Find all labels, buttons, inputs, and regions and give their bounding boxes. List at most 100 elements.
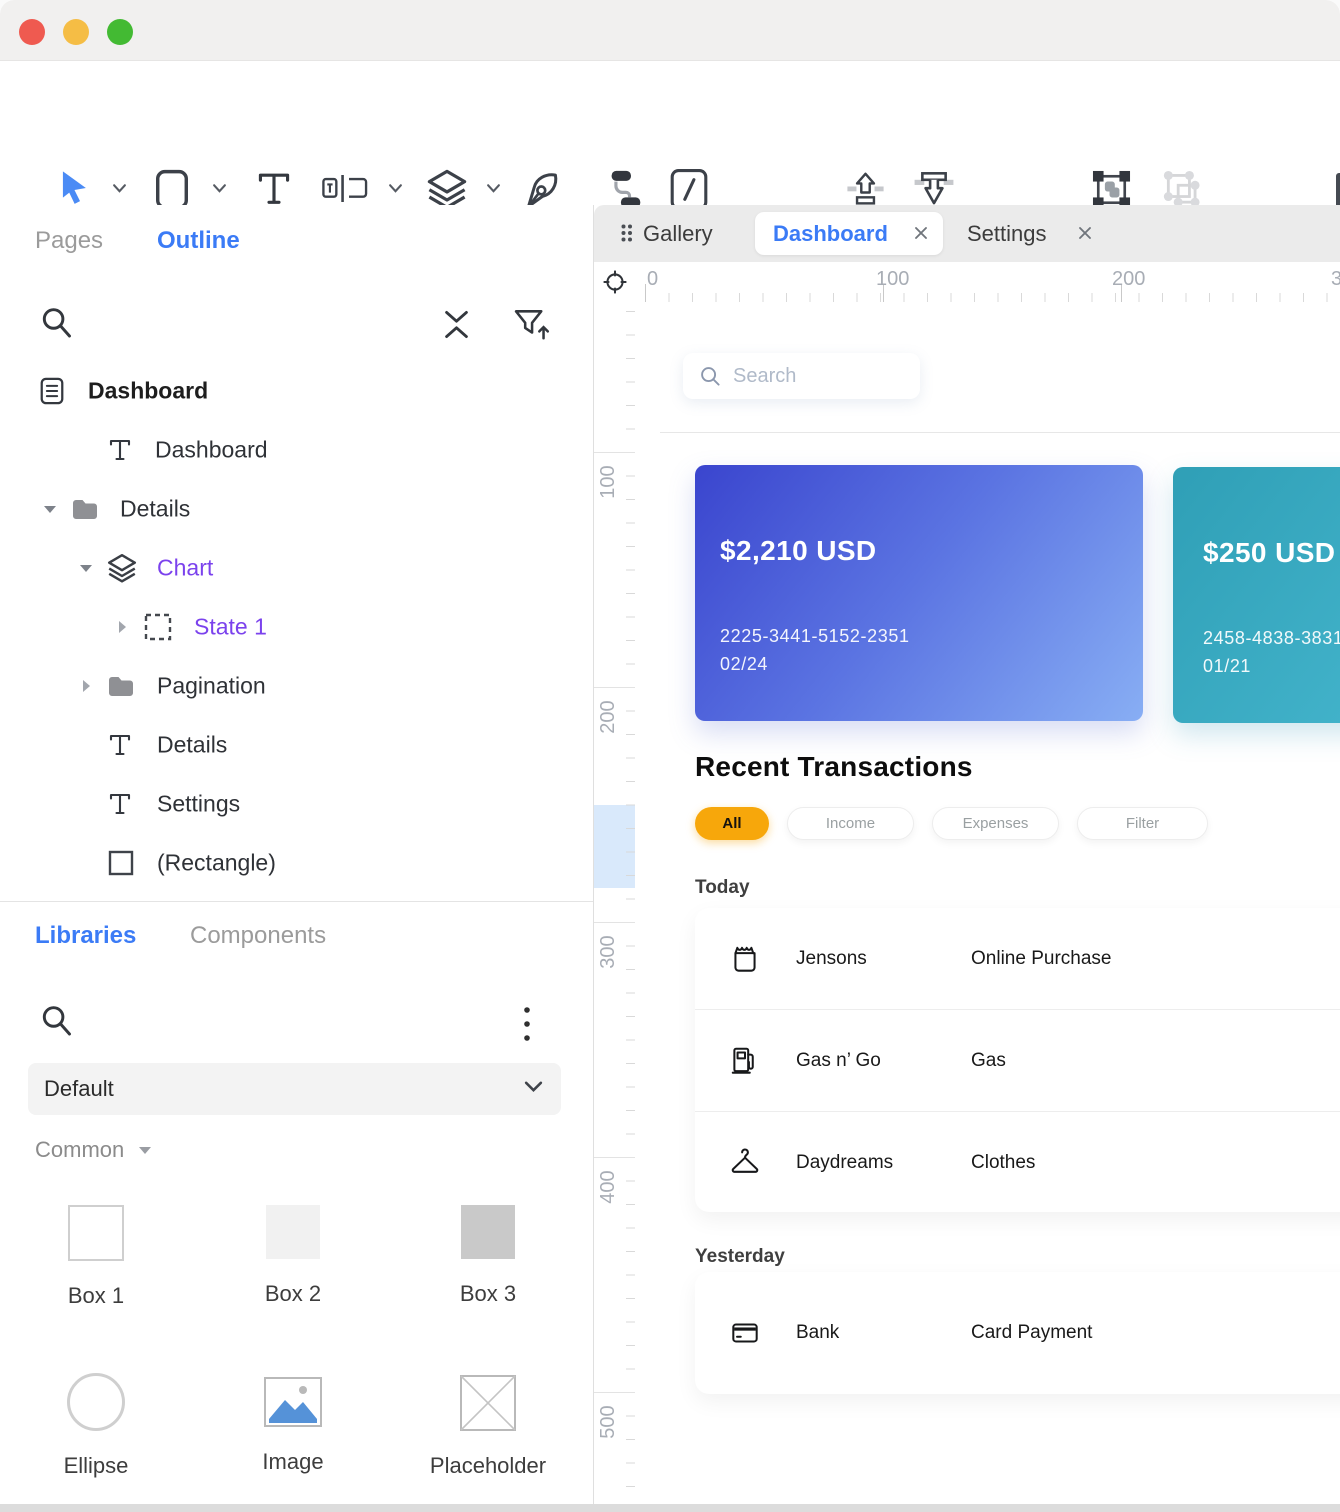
zoom-window-button[interactable] xyxy=(107,19,133,45)
design-canvas[interactable]: $2,210 USD 2225-3441-5152-2351 02/24 $25… xyxy=(635,302,1340,1512)
tree-item-rectangle[interactable]: (Rectangle) xyxy=(0,833,592,892)
vertical-ruler[interactable]: 100 200 300 400 500 xyxy=(594,302,636,1512)
library-select[interactable]: Default xyxy=(28,1063,561,1115)
component-box-2[interactable]: Box 2 xyxy=(223,1205,363,1307)
text-layer-icon xyxy=(106,731,134,759)
tab-dashboard-label: Dashboard xyxy=(773,221,888,247)
toolbar xyxy=(0,61,1340,205)
ruler-label: 100 xyxy=(598,452,618,512)
horizontal-ruler[interactable]: 0 100 200 3 xyxy=(635,262,1340,303)
libraries-menu-button[interactable] xyxy=(521,1005,533,1048)
tree-item-settings-text[interactable]: Settings xyxy=(0,774,592,833)
caret-down-icon xyxy=(138,1145,152,1155)
placeholder-icon xyxy=(460,1375,516,1431)
tree-item-chart[interactable]: Chart xyxy=(0,538,592,597)
ellipse-thumbnail xyxy=(67,1373,125,1431)
design-divider xyxy=(660,432,1340,433)
panel-divider xyxy=(0,901,593,902)
filter-layers-button[interactable] xyxy=(512,306,551,348)
filter-pill-expenses[interactable]: Expenses xyxy=(932,807,1059,840)
tab-components[interactable]: Components xyxy=(190,922,326,950)
gas-pump-icon xyxy=(728,1044,762,1078)
close-tab-settings-icon[interactable] xyxy=(1078,226,1092,240)
component-image[interactable]: Image xyxy=(223,1377,363,1475)
tab-pages[interactable]: Pages xyxy=(35,227,103,255)
credit-card-icon xyxy=(728,1316,762,1350)
tree-item-dashboard-text[interactable]: Dashboard xyxy=(0,420,592,479)
search-icon xyxy=(40,1003,74,1040)
outline-search-button[interactable] xyxy=(40,305,74,347)
app-window: Pages Outline Dashboard xyxy=(0,0,1340,1512)
ruler-origin-button[interactable] xyxy=(594,262,636,303)
component-box-1[interactable]: Box 1 xyxy=(26,1205,166,1309)
layers-stack-icon xyxy=(106,552,138,584)
tab-outline[interactable]: Outline xyxy=(157,227,240,255)
box2-thumbnail xyxy=(266,1205,320,1259)
tab-gallery[interactable]: Gallery xyxy=(643,221,713,247)
close-tab-dashboard-icon[interactable] xyxy=(914,226,928,240)
caret-down-icon[interactable] xyxy=(42,503,58,515)
transactions-card-today: Jensons Online Purchase Gas n’ Go Gas xyxy=(695,908,1340,1212)
shopping-bag-icon xyxy=(728,942,762,976)
caret-down-icon[interactable] xyxy=(78,562,94,574)
chevron-down-icon xyxy=(486,183,501,194)
card-expiry: 01/21 xyxy=(1203,656,1251,677)
tab-dashboard[interactable]: Dashboard xyxy=(755,212,943,255)
transaction-row[interactable]: Gas n’ Go Gas xyxy=(695,1010,1340,1112)
ruler-ticks xyxy=(626,302,635,1512)
search-icon xyxy=(40,305,74,342)
close-window-button[interactable] xyxy=(19,19,45,45)
transaction-row[interactable]: Bank Card Payment xyxy=(695,1272,1340,1394)
filter-pill-filter[interactable]: Filter xyxy=(1077,807,1208,840)
titlebar xyxy=(0,0,1340,61)
card-expiry: 02/24 xyxy=(720,654,768,675)
transactions-card-yesterday: Bank Card Payment xyxy=(695,1272,1340,1394)
credit-card-blue[interactable]: $2,210 USD 2225-3441-5152-2351 02/24 xyxy=(695,465,1143,721)
component-placeholder[interactable]: Placeholder xyxy=(418,1375,558,1479)
tab-libraries[interactable]: Libraries xyxy=(35,922,136,950)
drag-handle-icon[interactable] xyxy=(620,223,633,248)
collapse-icon xyxy=(440,308,473,341)
folder-icon xyxy=(106,673,136,699)
search-icon xyxy=(700,366,721,387)
box3-thumbnail xyxy=(461,1205,515,1259)
caret-right-icon[interactable] xyxy=(116,619,128,635)
ruler-label: 0 xyxy=(647,268,658,291)
search-input[interactable] xyxy=(731,364,905,389)
ruler-label: 300 xyxy=(598,922,618,982)
tree-item-state-1[interactable]: State 1 xyxy=(0,597,592,656)
filter-pill-income[interactable]: Income xyxy=(787,807,914,840)
minimize-window-button[interactable] xyxy=(63,19,89,45)
credit-card-teal[interactable]: $250 USD 2458-4838-3831- 01/21 xyxy=(1173,467,1340,723)
tree-item-details-group[interactable]: Details xyxy=(0,479,592,538)
kebab-menu-icon xyxy=(521,1005,533,1043)
transaction-row[interactable]: Daydreams Clothes xyxy=(695,1112,1340,1213)
canvas-tabbar: Gallery Dashboard Settings xyxy=(594,205,1340,262)
component-state-icon xyxy=(143,612,173,642)
ruler-label: 200 xyxy=(598,687,618,747)
collapse-all-button[interactable] xyxy=(440,308,473,346)
tree-item-details-text[interactable]: Details xyxy=(0,715,592,774)
text-layer-icon xyxy=(106,790,134,818)
window-bottom-edge xyxy=(0,1504,1340,1512)
filter-pill-all[interactable]: All xyxy=(695,807,769,840)
transaction-row[interactable]: Jensons Online Purchase xyxy=(695,908,1340,1010)
libraries-search-button[interactable] xyxy=(40,1003,74,1045)
card-number: 2225-3441-5152-2351 xyxy=(720,626,910,647)
left-panel: Pages Outline Dashboard xyxy=(0,205,594,1512)
design-search-field[interactable] xyxy=(683,353,920,399)
component-ellipse[interactable]: Ellipse xyxy=(26,1373,166,1479)
tree-item-pagination[interactable]: Pagination xyxy=(0,656,592,715)
component-box-3[interactable]: Box 3 xyxy=(418,1205,558,1307)
tree-item-page-dashboard[interactable]: Dashboard xyxy=(0,361,592,420)
ruler-label: 100 xyxy=(876,268,909,291)
cursor-icon xyxy=(55,168,93,208)
chevron-down-icon xyxy=(388,183,403,194)
tab-settings[interactable]: Settings xyxy=(967,221,1047,247)
crosshair-icon xyxy=(603,270,627,294)
common-section-header[interactable]: Common xyxy=(35,1137,152,1163)
image-icon xyxy=(264,1377,322,1427)
ruler-label: 400 xyxy=(598,1157,618,1217)
ruler-label: 200 xyxy=(1112,268,1145,291)
caret-right-icon[interactable] xyxy=(80,678,92,694)
